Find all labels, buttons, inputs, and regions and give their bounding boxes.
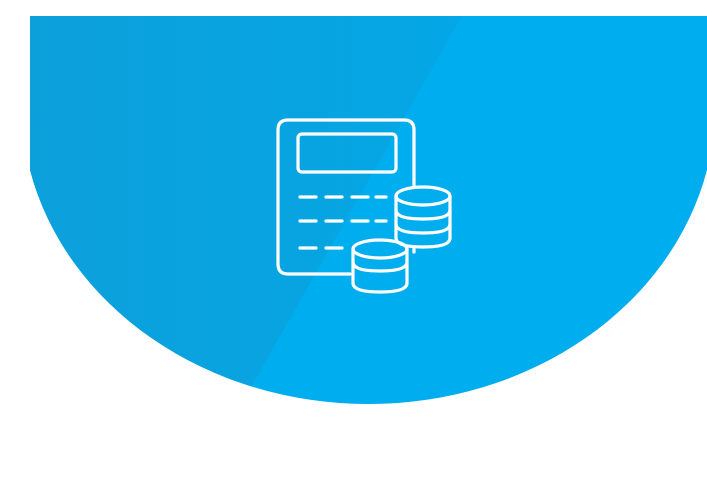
blue-half-circle-badge: [0, 0, 707, 477]
canvas: [0, 0, 707, 477]
badge-graphic: [30, 16, 707, 405]
